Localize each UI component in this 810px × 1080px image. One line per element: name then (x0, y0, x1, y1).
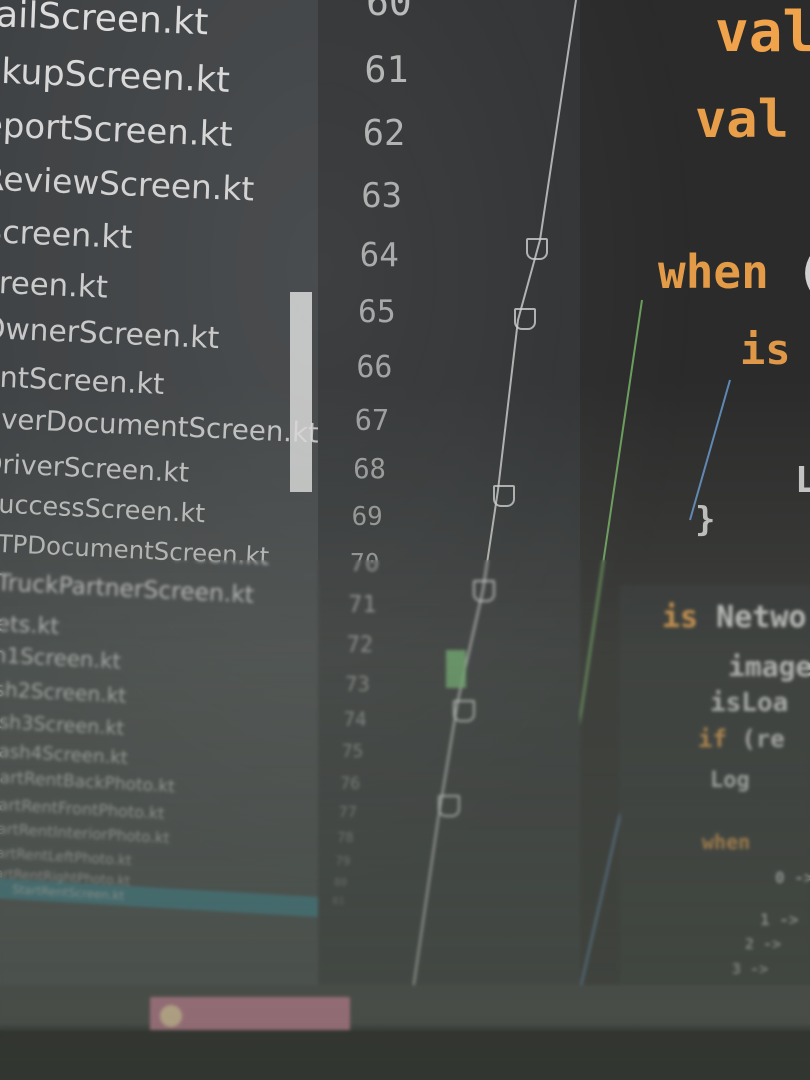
line-number: 78 (337, 829, 354, 846)
code-line[interactable]: } (695, 500, 715, 540)
line-number: 71 (348, 591, 377, 618)
code-keyword: val (715, 0, 810, 65)
line-number: 61 (364, 47, 409, 91)
fold-guide-line (412, 0, 577, 990)
project-file-item-selected[interactable]: StartRentScreen.kt (0, 877, 318, 919)
code-line[interactable]: val . (695, 90, 810, 150)
code-identifier: 0 -> (775, 868, 810, 887)
line-number: 80 (334, 876, 348, 890)
code-line[interactable]: L (795, 460, 810, 501)
taskbar-app-icon[interactable] (160, 1005, 182, 1027)
project-tree-panel: tailScreen.kt ckupScreen.kt eportScreen.kt… (0, 0, 318, 990)
fold-toggle-icon[interactable] (438, 795, 460, 817)
code-line[interactable]: 2 -> (745, 935, 781, 953)
line-number: 72 (346, 633, 374, 659)
code-line[interactable]: image (728, 650, 810, 683)
monitor-bezel (0, 1030, 810, 1080)
code-line[interactable]: 1 -> (760, 910, 799, 929)
line-number: 70 (350, 548, 380, 578)
line-number: 60 (366, 0, 412, 24)
line-number: 67 (354, 403, 390, 438)
line-number: 76 (340, 773, 361, 793)
code-identifier: 3 -> (732, 960, 769, 978)
code-identifier: } (695, 500, 716, 540)
code-identifier: L (795, 460, 810, 501)
code-line[interactable]: val (715, 0, 810, 65)
code-keyword: when (658, 245, 769, 299)
fold-toggle-icon[interactable] (493, 485, 515, 507)
code-identifier: image (728, 650, 810, 683)
code-identifier: ( (769, 245, 810, 299)
line-number: 64 (359, 236, 399, 275)
code-identifier: Log (710, 768, 750, 793)
code-keyword: val (695, 90, 789, 150)
line-number: 65 (358, 294, 396, 331)
line-number: 75 (342, 742, 364, 763)
code-keyword: is (662, 600, 699, 635)
line-number: 73 (345, 671, 370, 696)
code-keyword: is (740, 325, 791, 374)
line-number: 77 (338, 803, 357, 822)
editor-gutter: 60 61 62 63 64 65 66 67 68 69 70 71 72 73 74 75 76 77 78 79… (318, 0, 580, 990)
os-taskbar (0, 985, 810, 1080)
code-line[interactable]: when ( (658, 245, 810, 299)
line-number: 66 (356, 349, 393, 385)
line-number: 81 (332, 895, 345, 907)
code-line[interactable]: 3 -> (732, 960, 768, 978)
code-line[interactable]: when (702, 830, 750, 854)
code-identifier: . (789, 90, 810, 150)
line-number: 63 (361, 175, 403, 216)
fold-toggle-icon[interactable] (453, 700, 475, 722)
ide-screen: tailScreen.kt ckupScreen.kt eportScreen.kt… (0, 0, 810, 1080)
code-line[interactable]: isLoa (710, 688, 788, 718)
line-number: 62 (362, 112, 406, 154)
line-number: 68 (353, 453, 386, 485)
line-number: 69 (351, 502, 383, 533)
code-identifier: 2 -> (745, 935, 782, 953)
line-number: 74 (343, 708, 367, 732)
code-keyword: when (702, 830, 751, 854)
code-editor[interactable]: valval .when (isL}is NetwoimageisLoaif (… (580, 0, 810, 990)
fold-toggle-icon[interactable] (473, 580, 495, 602)
ide-status-strip (0, 985, 810, 1025)
code-identifier: 1 -> (760, 910, 799, 929)
code-line[interactable]: if (re (698, 725, 785, 753)
code-keyword: if (698, 725, 727, 753)
code-line[interactable]: 0 -> (775, 868, 810, 887)
code-identifier: isLoa (710, 688, 789, 718)
line-number: 79 (335, 854, 351, 869)
code-line[interactable]: is Netwo (662, 600, 807, 635)
project-tree-scrollbar[interactable] (290, 292, 312, 492)
vcs-change-marker (446, 650, 466, 688)
code-identifier: (re (726, 725, 785, 753)
fold-toggle-icon[interactable] (514, 308, 536, 330)
code-line[interactable]: Log (710, 768, 750, 793)
code-line[interactable]: is (740, 325, 791, 374)
code-identifier: Netwo (698, 600, 807, 635)
fold-toggle-icon[interactable] (526, 238, 548, 260)
